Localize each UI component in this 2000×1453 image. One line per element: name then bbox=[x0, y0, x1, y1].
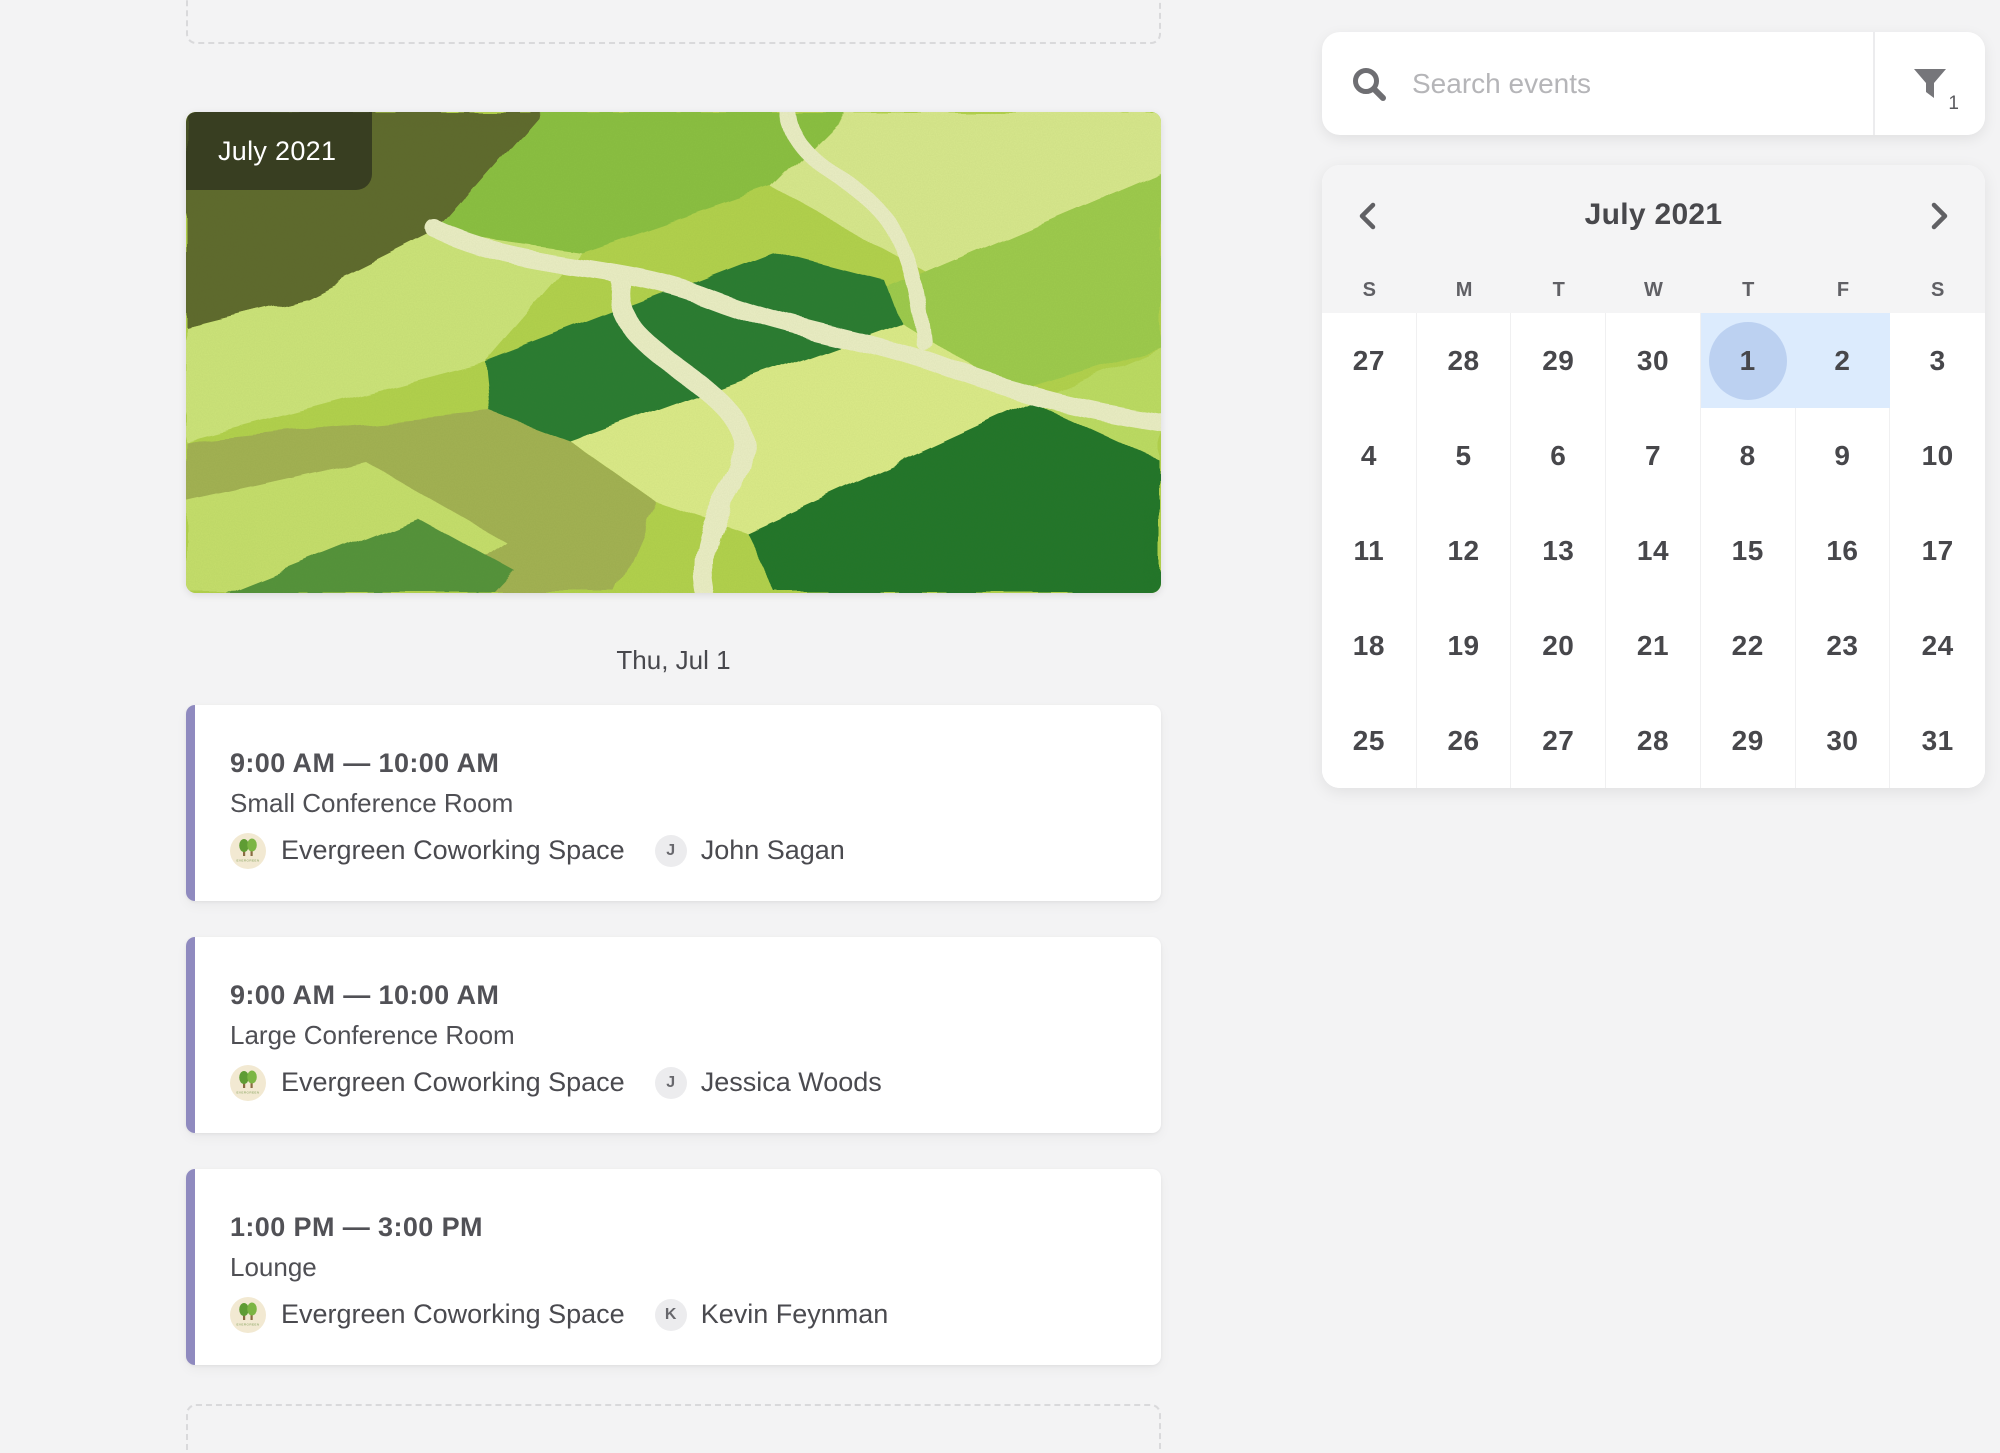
calendar-day[interactable]: 23 bbox=[1796, 598, 1891, 693]
filter-icon bbox=[1912, 67, 1948, 100]
calendar-day[interactable]: 31 bbox=[1890, 693, 1985, 788]
calendar-day[interactable]: 18 bbox=[1322, 598, 1417, 693]
event-time: 1:00 PM — 3:00 PM bbox=[230, 1211, 1161, 1243]
event-attendee-name: Kevin Feynman bbox=[701, 1299, 889, 1330]
calendar-day[interactable]: 30 bbox=[1796, 693, 1891, 788]
weekday-label: T bbox=[1511, 267, 1606, 313]
calendar-day[interactable]: 7 bbox=[1606, 408, 1701, 503]
calendar-day[interactable]: 27 bbox=[1322, 313, 1417, 408]
evergreen-logo-icon: EVERGREEN bbox=[230, 833, 266, 869]
calendar-day[interactable]: 29 bbox=[1701, 693, 1796, 788]
weekday-label: S bbox=[1322, 267, 1417, 313]
calendar-month-title: July 2021 bbox=[1585, 198, 1723, 232]
event-meta-row: EVERGREEN Evergreen Coworking Space J Je… bbox=[230, 1064, 1161, 1101]
event-room: Lounge bbox=[230, 1251, 1161, 1283]
calendar-day[interactable]: 12 bbox=[1417, 503, 1512, 598]
event-room: Large Conference Room bbox=[230, 1019, 1161, 1051]
calendar-weekday-row: S M T W T F S bbox=[1322, 267, 1985, 313]
event-card[interactable]: 9:00 AM — 10:00 AM Small Conference Room… bbox=[186, 705, 1161, 901]
calendar-day[interactable]: 24 bbox=[1890, 598, 1985, 693]
calendar-day[interactable]: 16 bbox=[1796, 503, 1891, 598]
calendar-prev-month-button[interactable] bbox=[1344, 193, 1390, 239]
calendar-day[interactable]: 26 bbox=[1417, 693, 1512, 788]
attendee-initial-badge: J bbox=[655, 835, 687, 867]
day-group-date: Thu, Jul 1 bbox=[186, 638, 1161, 682]
calendar-day[interactable]: 28 bbox=[1606, 693, 1701, 788]
calendar-day[interactable]: 22 bbox=[1701, 598, 1796, 693]
search-input-area[interactable] bbox=[1322, 32, 1873, 135]
svg-text:EVERGREEN: EVERGREEN bbox=[236, 1090, 259, 1094]
weekday-label: S bbox=[1890, 267, 1985, 313]
event-org-name: Evergreen Coworking Space bbox=[281, 1299, 625, 1330]
chevron-left-icon bbox=[1355, 201, 1379, 231]
event-meta-row: EVERGREEN Evergreen Coworking Space K Ke… bbox=[230, 1296, 1161, 1333]
chevron-right-icon bbox=[1928, 201, 1952, 231]
calendar-day[interactable]: 19 bbox=[1417, 598, 1512, 693]
calendar-day[interactable]: 20 bbox=[1511, 598, 1606, 693]
event-card[interactable]: 9:00 AM — 10:00 AM Large Conference Room… bbox=[186, 937, 1161, 1133]
search-bar: 1 bbox=[1322, 32, 1985, 135]
event-org-name: Evergreen Coworking Space bbox=[281, 835, 625, 866]
weekday-label: F bbox=[1796, 267, 1891, 313]
calendar-day[interactable]: 9 bbox=[1796, 408, 1891, 503]
calendar-widget: July 2021 S M T W T F S 27 28 29 30 bbox=[1322, 165, 1985, 788]
calendar-day[interactable]: 25 bbox=[1322, 693, 1417, 788]
calendar-day[interactable]: 17 bbox=[1890, 503, 1985, 598]
calendar-day-grid: 27 28 29 30 1 2 3 4 5 6 7 8 9 10 11 12 1… bbox=[1322, 313, 1985, 788]
events-page: July 2021 Thu, Jul 1 9:00 AM — 10:00 AM … bbox=[0, 0, 2000, 1453]
calendar-day[interactable]: 27 bbox=[1511, 693, 1606, 788]
svg-text:EVERGREEN: EVERGREEN bbox=[236, 1322, 259, 1326]
calendar-day[interactable]: 4 bbox=[1322, 408, 1417, 503]
search-input[interactable] bbox=[1410, 67, 1863, 101]
search-icon bbox=[1350, 65, 1388, 103]
attendee-initial-badge: J bbox=[655, 1067, 687, 1099]
filter-button[interactable]: 1 bbox=[1875, 32, 1985, 135]
calendar-day[interactable]: 29 bbox=[1511, 313, 1606, 408]
calendar-day[interactable]: 8 bbox=[1701, 408, 1796, 503]
calendar-header: July 2021 S M T W T F S bbox=[1322, 165, 1985, 313]
filter-count-badge: 1 bbox=[1948, 93, 1959, 115]
event-card[interactable]: 1:00 PM — 3:00 PM Lounge EVERGREEN Everg… bbox=[186, 1169, 1161, 1365]
event-attendee-name: John Sagan bbox=[701, 835, 845, 866]
calendar-day[interactable]: 15 bbox=[1701, 503, 1796, 598]
month-image-label: July 2021 bbox=[186, 112, 372, 190]
event-time: 9:00 AM — 10:00 AM bbox=[230, 979, 1161, 1011]
collapsed-month-placeholder-bottom[interactable] bbox=[186, 1404, 1161, 1453]
evergreen-logo-icon: EVERGREEN bbox=[230, 1297, 266, 1333]
calendar-day[interactable]: 13 bbox=[1511, 503, 1606, 598]
event-room: Small Conference Room bbox=[230, 787, 1161, 819]
collapsed-month-placeholder-top[interactable] bbox=[186, 0, 1161, 44]
calendar-day[interactable]: 14 bbox=[1606, 503, 1701, 598]
weekday-label: T bbox=[1701, 267, 1796, 313]
attendee-initial-badge: K bbox=[655, 1299, 687, 1331]
event-time: 9:00 AM — 10:00 AM bbox=[230, 747, 1161, 779]
calendar-day[interactable]: 21 bbox=[1606, 598, 1701, 693]
event-attendee-name: Jessica Woods bbox=[701, 1067, 882, 1098]
weekday-label: W bbox=[1606, 267, 1701, 313]
month-image-label-text: July 2021 bbox=[218, 136, 336, 167]
calendar-day[interactable]: 3 bbox=[1890, 313, 1985, 408]
calendar-day[interactable]: 28 bbox=[1417, 313, 1512, 408]
event-org-name: Evergreen Coworking Space bbox=[281, 1067, 625, 1098]
calendar-day[interactable]: 11 bbox=[1322, 503, 1417, 598]
calendar-day[interactable]: 10 bbox=[1890, 408, 1985, 503]
calendar-day[interactable]: 5 bbox=[1417, 408, 1512, 503]
calendar-next-month-button[interactable] bbox=[1917, 193, 1963, 239]
event-meta-row: EVERGREEN Evergreen Coworking Space J Jo… bbox=[230, 832, 1161, 869]
svg-text:EVERGREEN: EVERGREEN bbox=[236, 858, 259, 862]
calendar-day[interactable]: 6 bbox=[1511, 408, 1606, 503]
month-image-card[interactable]: July 2021 bbox=[186, 112, 1161, 593]
evergreen-logo-icon: EVERGREEN bbox=[230, 1065, 266, 1101]
calendar-day[interactable]: 30 bbox=[1606, 313, 1701, 408]
calendar-day[interactable]: 2 bbox=[1796, 313, 1891, 408]
weekday-label: M bbox=[1417, 267, 1512, 313]
calendar-day-selected[interactable]: 1 bbox=[1701, 313, 1796, 408]
